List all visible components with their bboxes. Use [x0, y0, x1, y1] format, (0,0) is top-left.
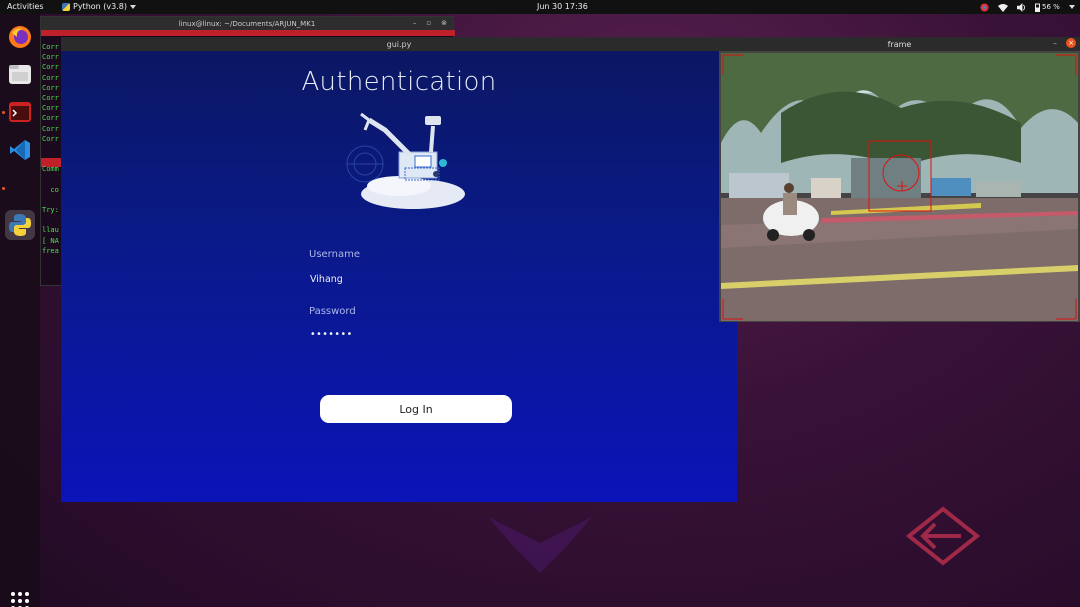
terminal-line: Corr: [42, 43, 59, 51]
login-button[interactable]: Log In: [320, 395, 512, 423]
dock-vscode[interactable]: [5, 135, 35, 165]
username-input[interactable]: Vihang: [310, 274, 343, 285]
terminal-title: linux@linux: ~/Documents/ARJUN_MK1: [178, 19, 316, 28]
terminal-line: llau: [42, 226, 59, 235]
top-bar: Activities Python (v3.8) Jun 30 17:36 56…: [0, 0, 1080, 14]
vscode-icon: [10, 140, 30, 160]
terminal-line: frea: [42, 246, 59, 255]
terminal-line: Corr: [42, 124, 59, 133]
close-icon[interactable]: ×: [1066, 38, 1076, 48]
username-label: Username: [309, 249, 360, 260]
system-tray[interactable]: 56 %: [980, 1, 1075, 13]
terminal-line: Comm: [42, 165, 59, 174]
gui-window: gui.py – Authentication Username Vihang …: [61, 37, 737, 502]
terminal-icon: [9, 102, 31, 122]
activities-button[interactable]: Activities: [7, 2, 44, 11]
files-icon: [9, 65, 31, 84]
terminal-line: Corr: [42, 93, 59, 102]
password-label: Password: [309, 306, 356, 317]
terminal-line: Corr: [42, 134, 59, 143]
firefox-icon: [9, 26, 31, 48]
terminal-line: [ NA: [42, 236, 59, 245]
dock: [0, 14, 40, 607]
camera-frame-window: frame – ×: [719, 37, 1080, 322]
frame-titlebar[interactable]: frame – ×: [719, 37, 1080, 51]
password-input[interactable]: •••••••: [310, 329, 353, 340]
terminal-line: Corr: [42, 63, 59, 72]
camera-image: [721, 53, 1078, 321]
python-icon: [62, 2, 70, 11]
robot-illustration: [346, 112, 465, 209]
minimize-icon[interactable]: –: [413, 19, 417, 27]
terminal-line: co: [42, 185, 59, 194]
terminal-titlebar[interactable]: linux@linux: ~/Documents/ARJUN_MK1 – ▫ ⊗: [41, 17, 453, 30]
chevron-down-icon: [129, 4, 136, 9]
show-applications-icon[interactable]: [11, 592, 29, 607]
wallpaper-logo: [905, 506, 981, 566]
battery-percent: 56 %: [1042, 3, 1060, 11]
python-icon: [9, 214, 31, 236]
gui-titlebar[interactable]: gui.py –: [61, 37, 737, 51]
chevron-down-icon: [1068, 5, 1075, 9]
terminal-line: Corr: [42, 83, 59, 92]
dock-python[interactable]: [5, 210, 35, 240]
maximize-icon[interactable]: ▫: [426, 19, 431, 27]
terminal-line: Corr: [42, 73, 59, 82]
terminal-output: Corr Corr Corr Corr Corr Corr Corr Corr Corr Corr…: [42, 42, 59, 256]
frame-title: frame: [887, 39, 912, 49]
app-menu[interactable]: Python (v3.8): [62, 2, 136, 11]
dock-files[interactable]: [5, 59, 35, 89]
terminal-tab-strip: [41, 30, 455, 36]
close-icon[interactable]: ⊗: [441, 19, 447, 27]
gui-title: gui.py: [386, 39, 412, 49]
running-indicator: [2, 187, 5, 190]
dock-terminal[interactable]: [5, 97, 35, 127]
chrome-indicator-icon: [980, 2, 989, 12]
app-menu-label: Python (v3.8): [73, 2, 127, 11]
terminal-line: Corr: [42, 104, 59, 113]
battery-indicator: 56 %: [1035, 3, 1060, 12]
running-indicator: [2, 111, 5, 114]
terminal-line: Corr: [42, 53, 59, 62]
minimize-icon[interactable]: –: [1053, 39, 1057, 48]
battery-icon: [1035, 3, 1040, 12]
dock-firefox[interactable]: [5, 22, 35, 52]
terminal-line: Try:: [42, 206, 59, 214]
terminal-line: Corr: [42, 114, 59, 123]
wallpaper-emblem: [488, 517, 592, 573]
camera-feed: [721, 53, 1078, 321]
page-title: Authentication: [301, 67, 497, 97]
volume-icon: [1017, 2, 1026, 12]
clock[interactable]: Jun 30 17:36: [537, 2, 588, 11]
wifi-icon: [998, 3, 1008, 12]
